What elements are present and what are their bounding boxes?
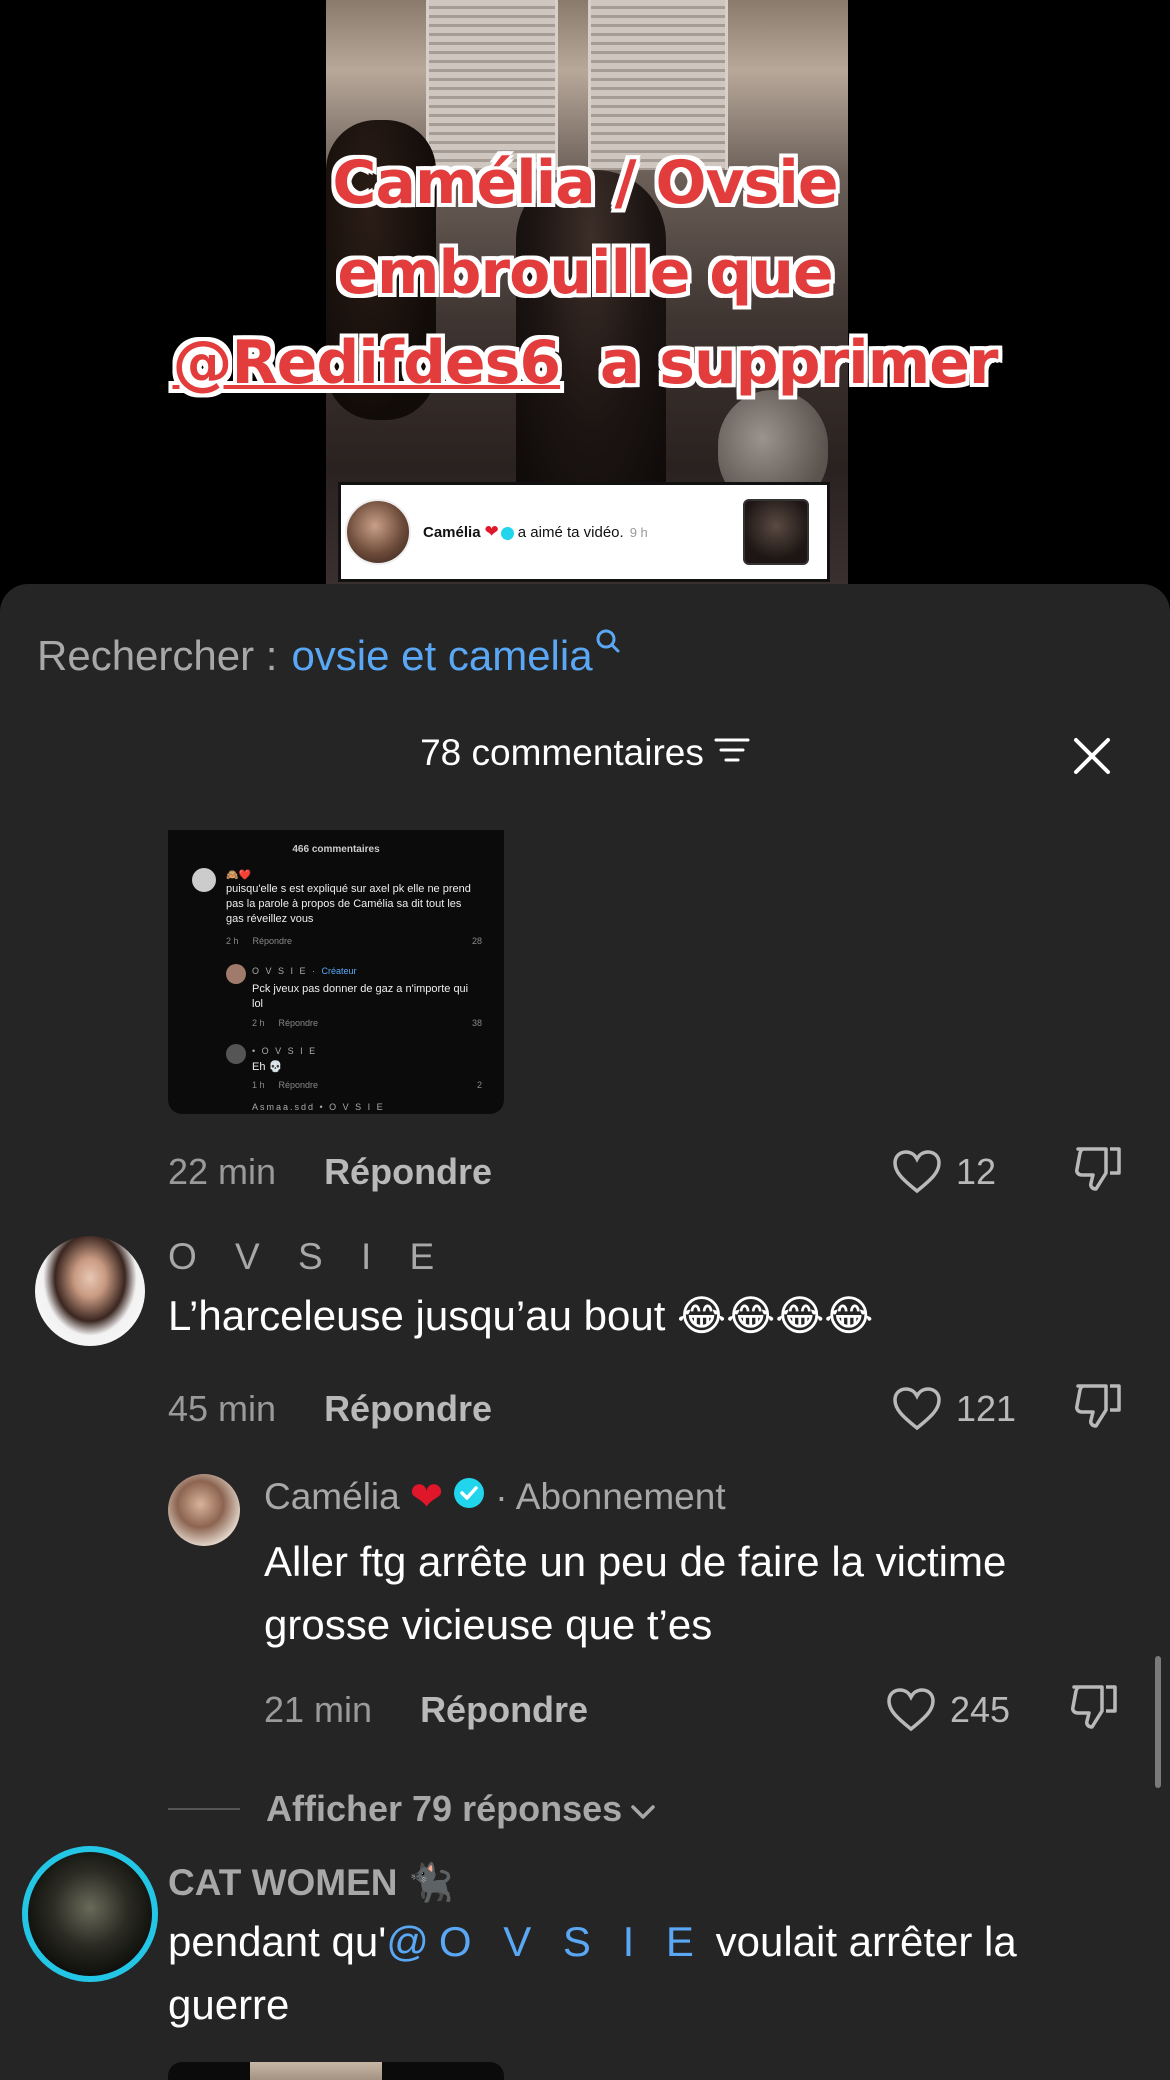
- heart-icon: [887, 1688, 935, 1732]
- notification-name: Camélia: [423, 523, 481, 541]
- like-notification-card: Camélia ❤ a aimé ta vidéo. 9 h: [338, 482, 830, 582]
- heart-icon: [893, 1150, 941, 1194]
- avatar[interactable]: [168, 1474, 240, 1546]
- embedded-avatar: [226, 1044, 246, 1064]
- embedded-user-3: • O V S I E: [252, 1046, 318, 1056]
- divider: [168, 1808, 240, 1810]
- comments-sheet: Rechercher : ovsie et camelia 78 comment…: [0, 584, 1170, 2080]
- embedded-likes-1: 28: [471, 936, 482, 946]
- comment-text: Aller ftg arrête un peu de faire la vict…: [264, 1538, 1007, 1648]
- view-replies-button[interactable]: Afficher 79 réponses: [168, 1788, 656, 1830]
- dislike-icon[interactable]: [1072, 1143, 1124, 1202]
- dislike-icon[interactable]: [1068, 1681, 1120, 1740]
- notification-thumbnail: [743, 499, 809, 565]
- heart-emoji-icon: ❤: [409, 1475, 444, 1519]
- embedded-title: 466 commentaires: [292, 844, 380, 855]
- embedded-comment-1: puisqu'elle s est expliqué sur axel pk e…: [226, 883, 471, 925]
- like-button[interactable]: 121: [892, 1386, 1016, 1432]
- verified-icon: [453, 1476, 485, 1518]
- filter-icon[interactable]: [714, 732, 750, 774]
- comment-time: 21 min: [264, 1689, 373, 1730]
- view-replies-label: Afficher 79 réponses: [266, 1788, 623, 1829]
- embedded-emoji: 🙈❤️: [226, 870, 251, 881]
- verified-icon: [500, 526, 514, 540]
- overlay-mention: @Redifdes6: [172, 328, 561, 398]
- mention-link[interactable]: @O V S I E: [386, 1918, 704, 1965]
- comment-text: pendant qu'@O V S I E voulait arrêter la…: [168, 1910, 1118, 2036]
- embedded-meta-1: 2 h Répondre 28: [226, 936, 482, 946]
- comment-attached-image[interactable]: 466 commentaires 🙈❤️ puisqu'elle s est e…: [168, 830, 504, 1114]
- embedded-avatar: [192, 868, 216, 892]
- overlay-line-3: @Redifdes6 a supprimer: [130, 318, 1040, 408]
- reply-button[interactable]: Répondre: [420, 1689, 588, 1731]
- comment-username[interactable]: Camélia: [264, 1476, 400, 1518]
- search-query-link[interactable]: ovsie et camelia: [291, 632, 592, 680]
- search-label: Rechercher :: [37, 632, 278, 679]
- overlay-line-2: embrouille que: [337, 238, 833, 308]
- comment-text: L’harceleuse jusqu’au bout 😂😂😂😂: [168, 1292, 874, 1339]
- avatar[interactable]: [22, 1846, 158, 1982]
- embedded-user-4: Asmaa.sdd • O V S I E: [252, 1102, 385, 1112]
- comments-header: 78 commentaires: [0, 726, 1170, 786]
- embedded-meta-3: 1 h Répondre 2: [252, 1080, 482, 1090]
- comment-time: 22 min: [168, 1151, 277, 1192]
- image-content: [250, 2062, 382, 2080]
- search-suggestion[interactable]: Rechercher : ovsie et camelia: [37, 629, 621, 680]
- like-count: 12: [956, 1151, 997, 1192]
- comment-attached-image[interactable]: [168, 2062, 504, 2080]
- comments-count: 78 commentaires: [420, 732, 704, 773]
- follow-link[interactable]: · Abonnement: [495, 1476, 725, 1518]
- avatar[interactable]: [35, 1236, 145, 1346]
- embedded-comment-3: Eh 💀: [252, 1061, 283, 1073]
- embedded-reply-1: Répondre: [252, 936, 293, 946]
- embedded-comment-2: Pck jveux pas donner de gaz a n'importe …: [252, 983, 469, 1010]
- notification-action: a aimé ta vidéo.: [517, 523, 624, 541]
- chevron-down-icon: [630, 1788, 656, 1830]
- notification-avatar: [345, 499, 411, 565]
- like-button[interactable]: 245: [886, 1687, 1010, 1733]
- video-area[interactable]: Camélia / Ovsie embrouille que @Redifdes…: [0, 0, 1170, 600]
- notification-time: 9 h: [629, 524, 648, 540]
- embedded-time-1: 2 h: [226, 936, 239, 946]
- like-count: 245: [950, 1689, 1011, 1730]
- comment-username[interactable]: O V S I E: [168, 1236, 448, 1278]
- comment-time: 45 min: [168, 1388, 277, 1429]
- reply-button[interactable]: Répondre: [324, 1151, 492, 1193]
- search-icon: [595, 616, 621, 664]
- dislike-icon[interactable]: [1072, 1380, 1124, 1439]
- embedded-meta-2: 2 h Répondre 38: [252, 1018, 482, 1028]
- comment-text-start: pendant qu': [168, 1918, 387, 1965]
- like-button[interactable]: 12: [892, 1149, 996, 1195]
- comment-meta: 21 min Répondre 245: [264, 1684, 1134, 1735]
- embedded-user-2: O V S I E · Créateur: [252, 966, 357, 976]
- video-overlay-title: Camélia / Ovsie embrouille que @Redifdes…: [130, 138, 1040, 408]
- comment-meta: 22 min Répondre 12: [168, 1146, 1128, 1197]
- embedded-avatar: [226, 964, 246, 984]
- close-icon[interactable]: [1072, 736, 1112, 776]
- overlay-line-1: Camélia / Ovsie: [332, 148, 838, 218]
- reply-button[interactable]: Répondre: [324, 1388, 492, 1430]
- heart-emoji-icon: ❤: [484, 522, 499, 541]
- comment-meta: 45 min Répondre 121: [168, 1383, 1128, 1434]
- overlay-line-3-text: a supprimer: [599, 328, 999, 398]
- like-count: 121: [956, 1388, 1017, 1429]
- comment-username[interactable]: CAT WOMEN 🐈‍⬛: [168, 1862, 454, 1905]
- reply-header: Camélia ❤ · Abonnement: [264, 1474, 726, 1520]
- scrollbar[interactable]: [1155, 1656, 1161, 1788]
- heart-icon: [893, 1387, 941, 1431]
